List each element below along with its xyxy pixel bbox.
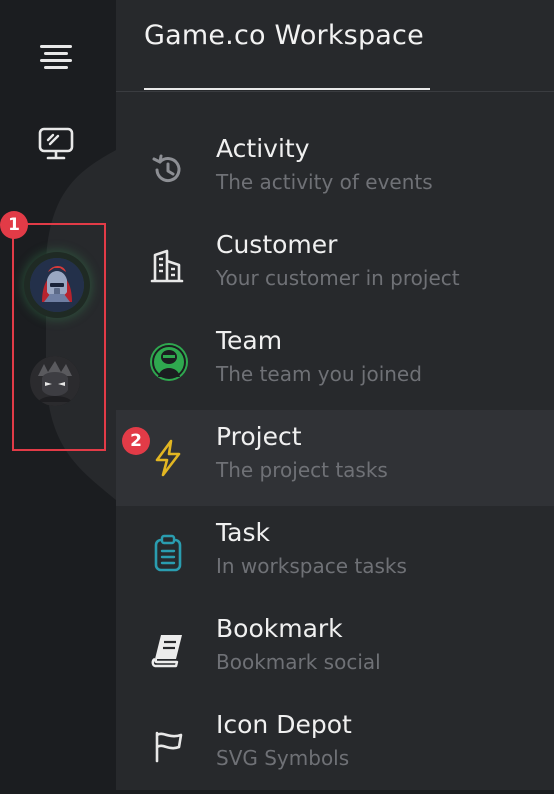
menu-item-task[interactable]: Task In workspace tasks [116, 506, 554, 602]
menu-sublabel: In workspace tasks [216, 554, 407, 578]
menu-label: Project [216, 422, 302, 451]
menu-label: Activity [216, 134, 310, 163]
lightning-icon [148, 438, 188, 478]
menu-label: Icon Depot [216, 710, 352, 739]
book-icon [148, 630, 188, 670]
divider [116, 91, 554, 92]
menu-label: Team [216, 326, 283, 355]
menu-sublabel: The project tasks [216, 458, 388, 482]
monitor-icon [38, 127, 74, 160]
menu-toggle-button[interactable] [34, 34, 78, 78]
menu-item-bookmark[interactable]: Bookmark Bookmark social [116, 602, 554, 698]
badge-two: 2 [122, 427, 150, 455]
menu-item-project[interactable]: Project The project tasks [116, 410, 554, 506]
flag-icon [148, 726, 188, 766]
workspace-rail: 1 [0, 0, 116, 790]
menu-lines-icon [40, 45, 72, 69]
workspace-panel: Game.co Workspace Activity The activity … [116, 0, 554, 790]
menu-sublabel: Bookmark social [216, 650, 381, 674]
team-alien-icon [148, 342, 188, 382]
menu-item-icon-depot[interactable]: Icon Depot SVG Symbols [116, 698, 554, 794]
menu-item-activity[interactable]: Activity The activity of events [116, 122, 554, 218]
workspace-title: Game.co Workspace [144, 20, 424, 51]
menu-label: Bookmark [216, 614, 343, 643]
menu-item-team[interactable]: Team The team you joined [116, 314, 554, 410]
menu-sublabel: The activity of events [216, 170, 433, 194]
badge-one: 1 [0, 211, 28, 239]
title-underline [144, 88, 430, 90]
menu-label: Customer [216, 230, 338, 259]
building-icon [148, 246, 188, 286]
clipboard-icon [148, 534, 188, 574]
monitor-button[interactable] [34, 122, 78, 166]
menu-sublabel: The team you joined [216, 362, 422, 386]
menu-sublabel: SVG Symbols [216, 746, 350, 770]
menu-item-customer[interactable]: Customer Your customer in project [116, 218, 554, 314]
avatar-group-highlight [12, 223, 106, 451]
history-icon [148, 150, 188, 190]
menu-sublabel: Your customer in project [216, 266, 460, 290]
menu-label: Task [216, 518, 270, 547]
